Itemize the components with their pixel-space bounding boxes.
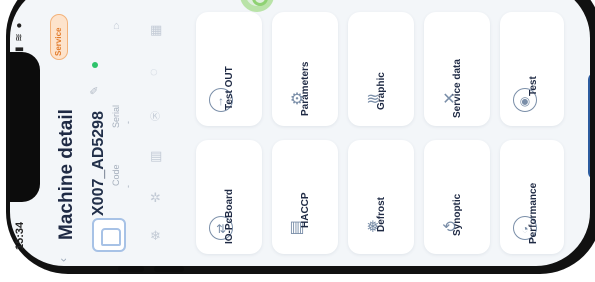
- lock-icon: ⌂: [113, 20, 120, 32]
- tile-label: Graphic: [376, 72, 387, 110]
- chevron-left-icon[interactable]: ‹: [56, 252, 70, 262]
- calendar-icon: ▤: [150, 148, 163, 163]
- serial-label: Serial: [111, 104, 121, 128]
- tile-service-data[interactable]: ✕ Service data: [424, 12, 490, 126]
- code-label: Code: [111, 164, 121, 186]
- machine-name: X007_AD5298: [90, 111, 107, 216]
- status-time: 15:34: [14, 221, 26, 250]
- snowflake-icon: ❄: [150, 228, 161, 243]
- pencil-icon[interactable]: ✎: [88, 86, 101, 95]
- tile-label: Synoptic: [452, 193, 463, 236]
- tile-label: Test: [528, 76, 539, 96]
- fan-icon: ✲: [150, 190, 161, 205]
- code-value: -: [123, 185, 133, 188]
- status-dot: [92, 62, 98, 68]
- tile-haccp[interactable]: ▥ HACCP: [272, 140, 338, 254]
- tile-test-out[interactable]: ↑ Test OUT: [196, 12, 262, 126]
- tile-defrost[interactable]: ❅ Defrost: [348, 140, 414, 254]
- tile-test[interactable]: ◉ Test: [500, 12, 564, 126]
- tile-synoptic[interactable]: ⟲ Synoptic: [424, 140, 490, 254]
- tile-parameters[interactable]: ⚙ Parameters: [272, 12, 338, 126]
- power-icon: ◌: [150, 64, 158, 79]
- side-button: [154, 266, 184, 272]
- service-badge-label: Service: [54, 27, 63, 56]
- tile-label: Test OUT: [224, 66, 235, 110]
- tile-label: Parameters: [300, 61, 311, 116]
- grid-icon: ▦: [150, 22, 163, 37]
- status-icons: ▮ ≋ ●: [14, 21, 25, 52]
- tile-performance[interactable]: ◔ Performance: [500, 140, 564, 254]
- touch-indicator: [240, 0, 274, 12]
- tile-label: Service data: [452, 59, 463, 118]
- tile-label: Performance: [528, 182, 539, 244]
- tile-label: HACCP: [300, 192, 311, 228]
- service-badge: Service: [50, 14, 68, 60]
- kg-icon: Ⓚ: [150, 112, 160, 123]
- tile-io-pcboard[interactable]: ⇅ IO-PcBoard: [196, 140, 262, 254]
- serial-value: -: [123, 121, 133, 124]
- tile-label: IO-PcBoard: [224, 188, 235, 244]
- side-button: [118, 266, 144, 272]
- tile-graphic[interactable]: ≋ Graphic: [348, 12, 414, 126]
- machine-icon: [92, 218, 126, 252]
- page-title: Machine detail: [56, 109, 77, 240]
- tile-label: Defrost: [376, 196, 387, 232]
- camera-notch: [10, 52, 40, 202]
- side-drawer-tab[interactable]: [588, 72, 590, 180]
